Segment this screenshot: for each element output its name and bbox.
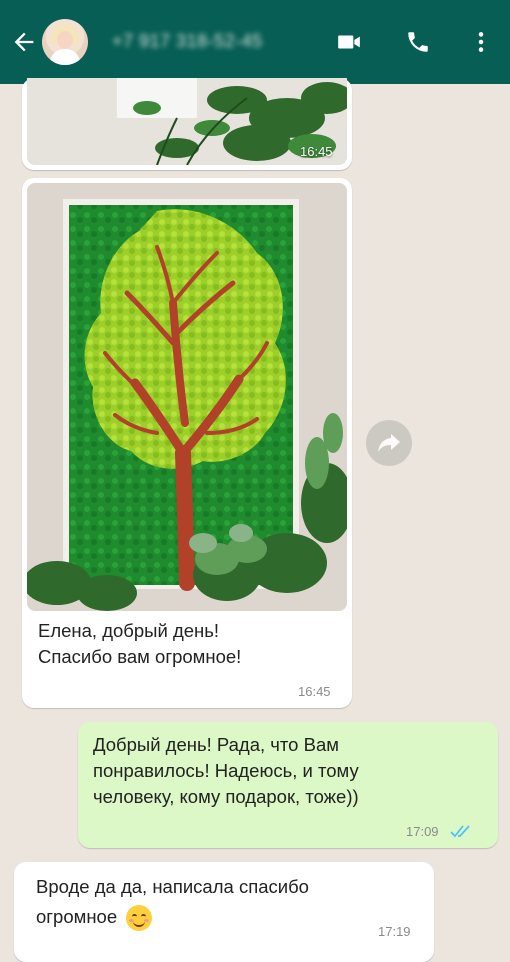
forward-button[interactable]	[366, 420, 412, 466]
video-call-icon[interactable]	[336, 29, 362, 55]
message-time: 17:09	[406, 824, 439, 839]
plant-photo[interactable]	[27, 78, 347, 165]
more-options-icon[interactable]	[468, 29, 494, 55]
chat-header: +7 917 318-52-45	[0, 0, 510, 84]
message-line: Вроде да да, написала спасибо	[36, 876, 309, 897]
moss-tree-photo[interactable]	[27, 183, 347, 611]
read-receipt-icon	[450, 825, 470, 838]
moss-tree-image	[27, 183, 347, 611]
message-line: человеку, кому подарок, тоже))	[93, 786, 359, 807]
back-arrow-icon[interactable]	[10, 28, 38, 56]
message-line: Спасибо вам огромное!	[38, 646, 242, 667]
message-line: Елена, добрый день!	[38, 620, 220, 641]
message-time: 16:45	[300, 144, 333, 159]
contact-name[interactable]: +7 917 318-52-45	[112, 31, 263, 52]
message-line: понравилось! Надеюсь, и тому	[93, 760, 359, 781]
phone-call-icon[interactable]	[405, 29, 431, 55]
message-time: 17:19	[378, 924, 411, 939]
smiling-face-emoji	[126, 905, 153, 932]
forward-icon	[378, 434, 400, 452]
plant-image	[27, 78, 347, 165]
incoming-message[interactable]: Вроде да да, написала спасибо огромное 1…	[14, 862, 434, 962]
message-line: огромное	[36, 904, 153, 932]
image-message[interactable]: 16:45	[22, 78, 352, 170]
image-caption-message[interactable]: Елена, добрый день! Спасибо вам огромное…	[22, 178, 352, 708]
message-line: Добрый день! Рада, что Вам	[93, 734, 339, 755]
avatar[interactable]	[42, 19, 88, 65]
outgoing-message[interactable]: Добрый день! Рада, что Вам понравилось! …	[78, 722, 498, 848]
message-time: 16:45	[298, 684, 331, 699]
message-line-text: огромное	[36, 906, 118, 927]
